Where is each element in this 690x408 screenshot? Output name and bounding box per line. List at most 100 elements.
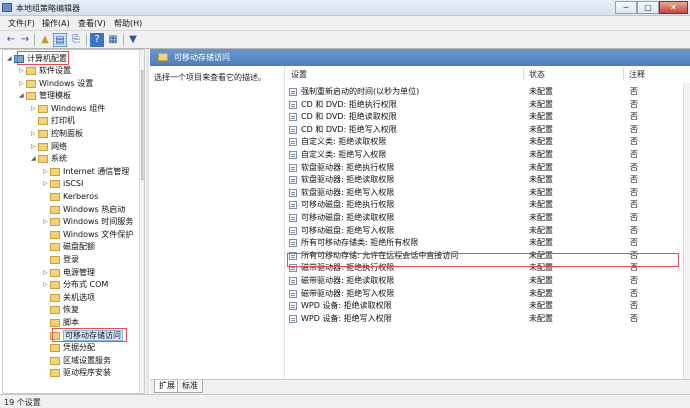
policy-row[interactable]: WPD 设备: 拒绝写入权限 未配置 否	[285, 313, 681, 325]
tree-item[interactable]: ▷ Windows 时间服务	[43, 216, 133, 228]
policy-row[interactable]: 强制重新启动的时间(以秒为单位) 未配置 否	[285, 86, 681, 98]
folder-icon	[50, 256, 60, 264]
filter-icon[interactable]: ▼	[126, 33, 140, 47]
policy-row[interactable]: 软盘驱动器: 拒绝写入权限 未配置 否	[285, 187, 681, 199]
expand-icon[interactable]: ▷	[31, 141, 38, 153]
policy-state: 未配置	[529, 150, 553, 159]
expand-icon[interactable]: ▷	[19, 65, 26, 77]
policy-state: 未配置	[529, 112, 553, 122]
tree-item[interactable]: ▷ 电源管理	[43, 267, 95, 279]
show-hide-tree-icon[interactable]: ▤	[53, 33, 67, 47]
policy-row[interactable]: 可移动磁盘: 拒绝执行权限 未配置 否	[285, 199, 681, 211]
tree-scrollbar-thumb[interactable]	[141, 70, 144, 180]
export-list-icon[interactable]: ⎘	[69, 33, 83, 47]
tree-item[interactable]: ▷ 网络	[31, 141, 67, 153]
tree-item[interactable]: 关机选项	[43, 292, 95, 304]
expand-icon[interactable]: ▷	[43, 279, 50, 291]
policy-setting-name: WPD 设备: 拒绝读取权限	[301, 301, 392, 311]
tree-item[interactable]: ▷ Windows 设置	[19, 78, 93, 90]
policy-row[interactable]: 软盘驱动器: 拒绝读取权限 未配置 否	[285, 174, 681, 186]
tree-item[interactable]: Kerberos	[43, 191, 98, 203]
tree-scrollbar[interactable]	[139, 50, 144, 393]
tree-item[interactable]: 驱动程序安装	[43, 367, 111, 379]
collapse-icon[interactable]: ◢	[7, 53, 14, 65]
up-folder-icon[interactable]: ▲	[38, 33, 52, 47]
tree-item[interactable]: Windows 热启动	[43, 204, 125, 216]
tab-standard[interactable]: 标准	[177, 380, 203, 393]
tree-item[interactable]: 区域设置服务	[43, 355, 111, 367]
policy-row[interactable]: 自定义类: 拒绝写入权限 未配置 否	[285, 149, 681, 161]
policy-row[interactable]: 自定义类: 拒绝读取权限 未配置 否	[285, 136, 681, 148]
column-header-note[interactable]: 注释	[629, 69, 645, 80]
policy-row[interactable]: CD 和 DVD: 拒绝读取权限 未配置 否	[285, 111, 681, 123]
policy-row[interactable]: 可移动磁盘: 拒绝读取权限 未配置 否	[285, 212, 681, 224]
policy-setting-name: 所有可移动存储类: 拒绝所有权限	[301, 238, 419, 248]
title-bar[interactable]: 本地组策略编辑器 ─ □ ✕	[0, 0, 690, 16]
tree-item[interactable]: ▷ Internet 通信管理	[43, 166, 129, 178]
expand-icon[interactable]: ▷	[43, 166, 50, 178]
list-scrollbar[interactable]	[683, 83, 690, 379]
expand-icon[interactable]: ▷	[19, 78, 26, 90]
policy-row[interactable]: CD 和 DVD: 拒绝执行权限 未配置 否	[285, 99, 681, 111]
policy-state: 未配置	[529, 200, 553, 210]
menu-help[interactable]: 帮助(H)	[114, 18, 142, 29]
settings-list[interactable]: 设置 状态 注释 强制重新启动的时间(以秒为单位) 未配置否 CD 和 DVD: 拒…	[284, 66, 690, 379]
tree-item[interactable]: ▷ 软件设置	[19, 65, 71, 77]
tree-item[interactable]: 恢复	[43, 304, 79, 316]
policy-setting-icon	[289, 188, 297, 197]
expand-icon[interactable]: ▷	[43, 178, 50, 190]
policy-row[interactable]: 所有可移动存储类: 拒绝所有权限 未配置 否	[285, 237, 681, 249]
tree-item[interactable]: 磁盘配额	[43, 241, 95, 253]
tree-item[interactable]: ◢ 管理模板	[19, 90, 71, 102]
folder-icon	[38, 130, 48, 138]
policy-state: 未配置	[529, 87, 553, 96]
tree-item[interactable]: ▷ 分布式 COM	[43, 279, 108, 291]
collapse-icon[interactable]: ◢	[19, 90, 26, 102]
description-panel: 选择一个项目来查看它的描述。	[150, 66, 284, 379]
maximize-button[interactable]: □	[637, 1, 659, 14]
column-separator[interactable]	[523, 68, 524, 80]
folder-icon	[50, 344, 60, 353]
tree-item-label: iSCSI	[63, 179, 84, 189]
folder-icon	[50, 193, 60, 201]
forward-arrow-icon[interactable]: →	[18, 33, 32, 47]
collapse-icon[interactable]: ◢	[31, 153, 38, 165]
tree-item[interactable]: 打印机	[31, 115, 75, 127]
expand-icon[interactable]: ▷	[31, 103, 38, 115]
policy-row[interactable]: 软盘驱动器: 拒绝执行权限 未配置 否	[285, 162, 681, 174]
policy-setting-icon	[289, 214, 297, 222]
policy-row[interactable]: 磁带驱动器: 拒绝写入权限 未配置 否	[285, 288, 681, 300]
tree-item[interactable]: ▷ Windows 组件	[31, 103, 105, 115]
minimize-button[interactable]: ─	[615, 1, 637, 14]
expand-icon[interactable]: ▷	[31, 128, 38, 140]
close-button[interactable]: ✕	[659, 1, 688, 14]
policy-row[interactable]: WPD 设备: 拒绝读取权限 未配置 否	[285, 300, 681, 312]
policy-row[interactable]: 可移动磁盘: 拒绝写入权限 未配置 否	[285, 225, 681, 237]
column-separator[interactable]	[623, 68, 624, 80]
tree-item[interactable]: ◢ 系统	[31, 153, 67, 165]
policy-setting-icon	[289, 277, 297, 285]
column-header-state[interactable]: 状态	[529, 69, 545, 80]
navigation-tree[interactable]: ◢ 计算机配置 ▷ 软件设置 ▷ Windows 设置 ◢ 管理模板 ▷ Windows 组件打…	[2, 49, 145, 394]
policy-row[interactable]: CD 和 DVD: 拒绝写入权限 未配置 否	[285, 124, 681, 136]
tree-item[interactable]: ▷ 控制面板	[31, 128, 83, 140]
help-icon[interactable]: ?	[90, 33, 104, 47]
menu-file[interactable]: 文件(F)	[8, 18, 35, 29]
pane-splitter[interactable]	[146, 49, 149, 394]
menu-action[interactable]: 操作(A)	[42, 18, 70, 29]
policy-note: 否	[630, 99, 638, 109]
tree-item[interactable]: 凭据分配	[43, 342, 95, 354]
tree-item[interactable]: ▷ iSCSI	[43, 178, 83, 190]
column-header-setting[interactable]: 设置	[291, 69, 307, 80]
back-arrow-icon[interactable]: ←	[4, 33, 18, 47]
expand-icon[interactable]: ▷	[43, 267, 50, 279]
policy-row[interactable]: 磁带驱动器: 拒绝读取权限 未配置 否	[285, 275, 681, 287]
properties-icon[interactable]: ▦	[106, 33, 120, 47]
menu-view[interactable]: 查看(V)	[78, 18, 106, 29]
tree-item-label: 关机选项	[63, 292, 95, 302]
tree-item[interactable]: Windows 文件保护	[43, 229, 133, 241]
policy-setting-icon	[289, 176, 297, 185]
folder-icon	[50, 319, 60, 327]
expand-icon[interactable]: ▷	[43, 216, 50, 228]
tree-item[interactable]: 登录	[43, 254, 79, 266]
